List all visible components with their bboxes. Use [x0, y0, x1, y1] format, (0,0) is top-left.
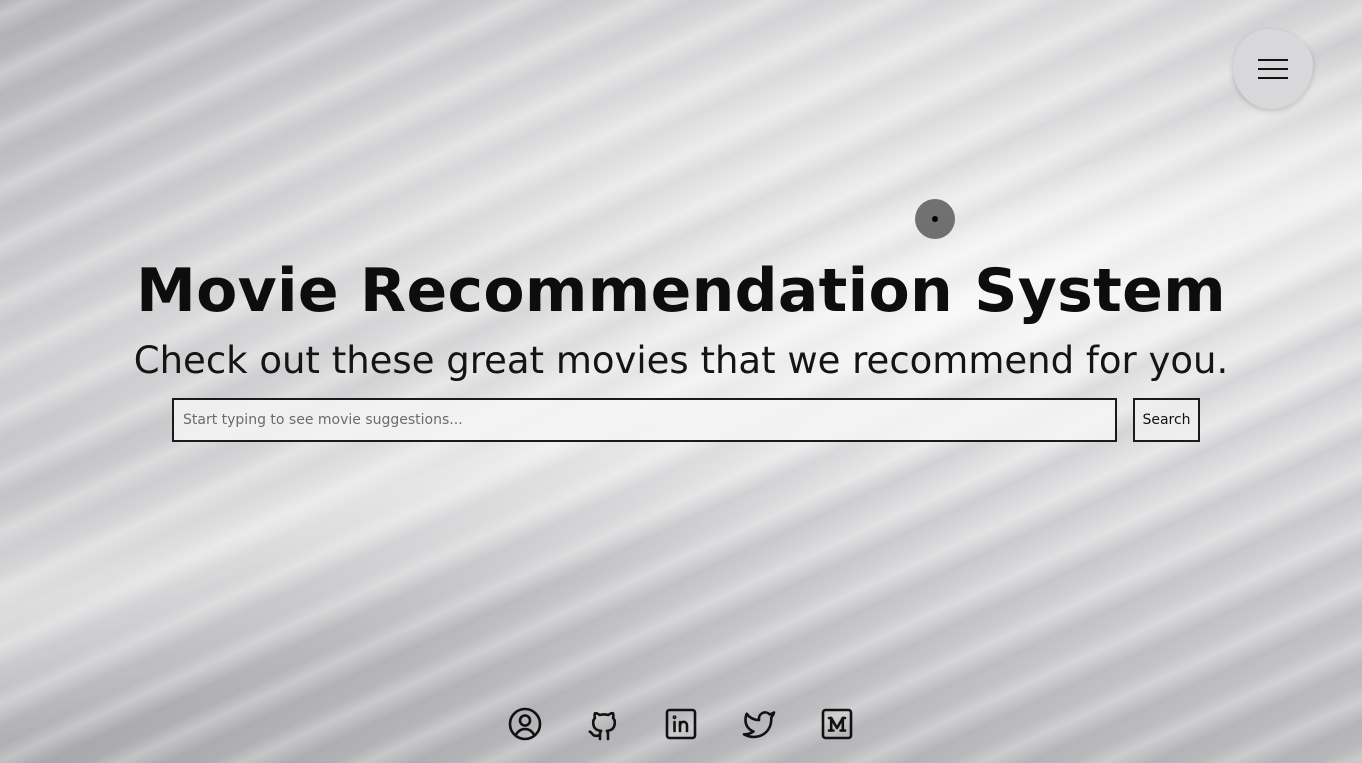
- medium-icon: [821, 708, 853, 740]
- page-subtitle: Check out these great movies that we rec…: [133, 339, 1229, 382]
- social-links: [0, 706, 1362, 746]
- linkedin-link[interactable]: [663, 706, 699, 742]
- profile-link[interactable]: [507, 706, 543, 742]
- search-button[interactable]: Search: [1133, 398, 1200, 442]
- github-icon: [588, 711, 617, 741]
- cursor-indicator: [915, 199, 955, 239]
- page-title: Movie Recommendation System: [136, 256, 1226, 326]
- profile-icon: [508, 707, 542, 741]
- linkedin-icon: [665, 708, 697, 740]
- twitter-link[interactable]: [741, 706, 777, 742]
- medium-link[interactable]: [819, 706, 855, 742]
- search-input[interactable]: [172, 398, 1117, 442]
- twitter-icon: [742, 711, 776, 739]
- github-link[interactable]: [585, 706, 621, 742]
